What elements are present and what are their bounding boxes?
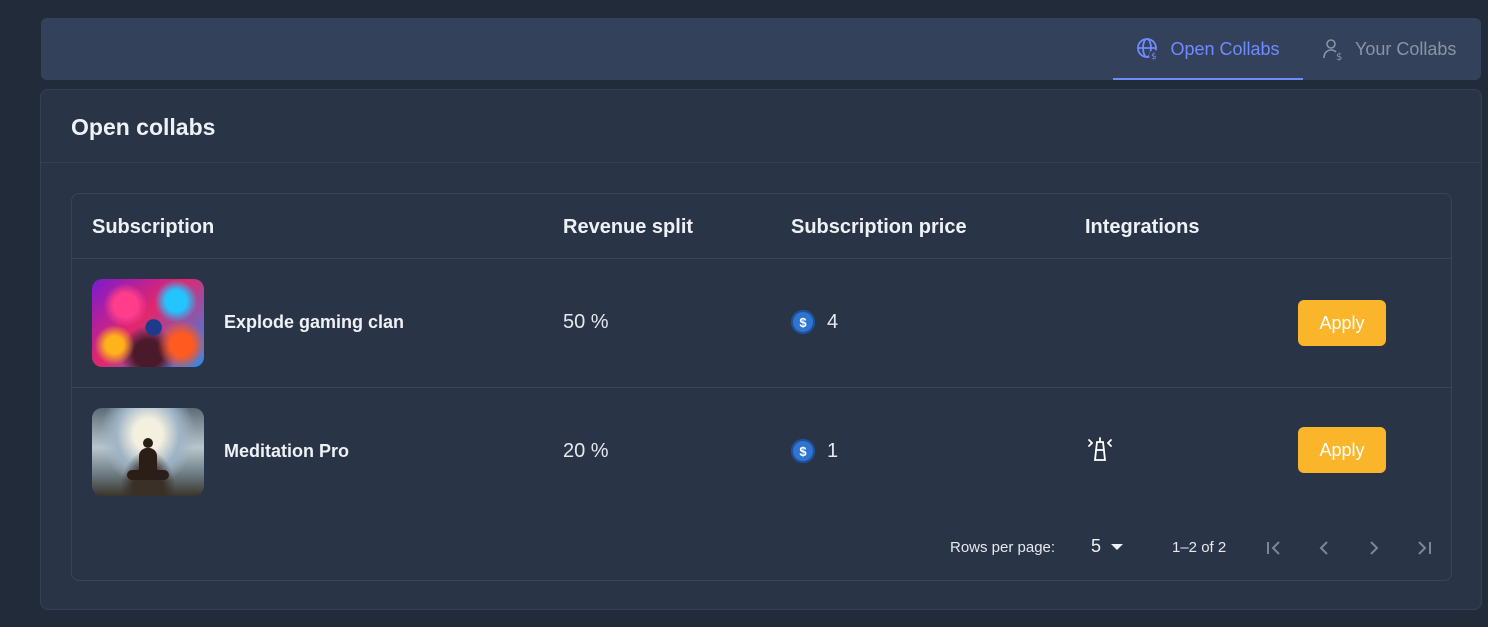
table-row: Meditation Pro 20 % $ 1 Apply — [72, 388, 1451, 517]
revenue-split: 50 % — [563, 311, 609, 333]
tab-label: Your Collabs — [1355, 38, 1457, 59]
divider — [41, 162, 1481, 163]
column-header-revenue-split: Revenue split — [563, 216, 694, 238]
rows-per-page-value: 5 — [1091, 536, 1102, 556]
previous-page-icon[interactable] — [1312, 536, 1336, 560]
subscription-thumbnail — [92, 408, 204, 496]
tab-open-collabs[interactable]: $ Open Collabs — [1113, 18, 1303, 80]
caret-down-icon — [1111, 543, 1124, 550]
pagination: Rows per page: 5 1–2 of 2 — [72, 534, 1451, 564]
subscription-name: Meditation Pro — [224, 441, 349, 461]
tab-label: Open Collabs — [1170, 38, 1280, 59]
page-range: 1–2 of 2 — [1172, 539, 1227, 556]
svg-text:$: $ — [1151, 52, 1157, 61]
rows-per-page-select[interactable]: 5 — [1091, 536, 1124, 557]
revenue-split: 20 % — [563, 440, 609, 462]
open-collabs-card: Open collabs Subscription Revenue split … — [40, 89, 1482, 610]
user-dollar-icon: $ — [1323, 37, 1345, 61]
subscription-price: $ 4 — [791, 310, 838, 334]
apply-button[interactable]: Apply — [1298, 300, 1386, 346]
last-page-icon[interactable] — [1412, 536, 1436, 560]
lighthouse-icon — [1086, 435, 1114, 468]
price-value: 1 — [827, 439, 839, 462]
price-value: 4 — [827, 310, 839, 333]
subscription-name: Explode gaming clan — [224, 312, 405, 332]
usdc-coin-icon: $ — [791, 310, 815, 334]
tab-your-collabs[interactable]: $ Your Collabs — [1323, 18, 1483, 80]
apply-button[interactable]: Apply — [1298, 427, 1386, 473]
svg-text:$: $ — [1336, 52, 1342, 61]
rows-per-page-label: Rows per page: — [950, 539, 1056, 556]
next-page-icon[interactable] — [1362, 536, 1386, 560]
globe-dollar-icon: $ — [1136, 37, 1160, 61]
tab-bar: $ Open Collabs $ Your Collabs — [41, 18, 1481, 80]
collabs-table: Subscription Revenue split Subscription … — [71, 193, 1452, 581]
first-page-icon[interactable] — [1262, 536, 1286, 560]
subscription-thumbnail — [92, 279, 204, 367]
column-header-subscription: Subscription — [92, 216, 215, 238]
table-row: Explode gaming clan 50 % $ 4 Apply — [72, 259, 1451, 388]
usdc-coin-icon: $ — [791, 439, 815, 463]
card-title: Open collabs — [71, 114, 216, 140]
column-header-integrations: Integrations — [1085, 216, 1200, 238]
column-header-subscription-price: Subscription price — [791, 216, 967, 238]
subscription-price: $ 1 — [791, 439, 838, 463]
